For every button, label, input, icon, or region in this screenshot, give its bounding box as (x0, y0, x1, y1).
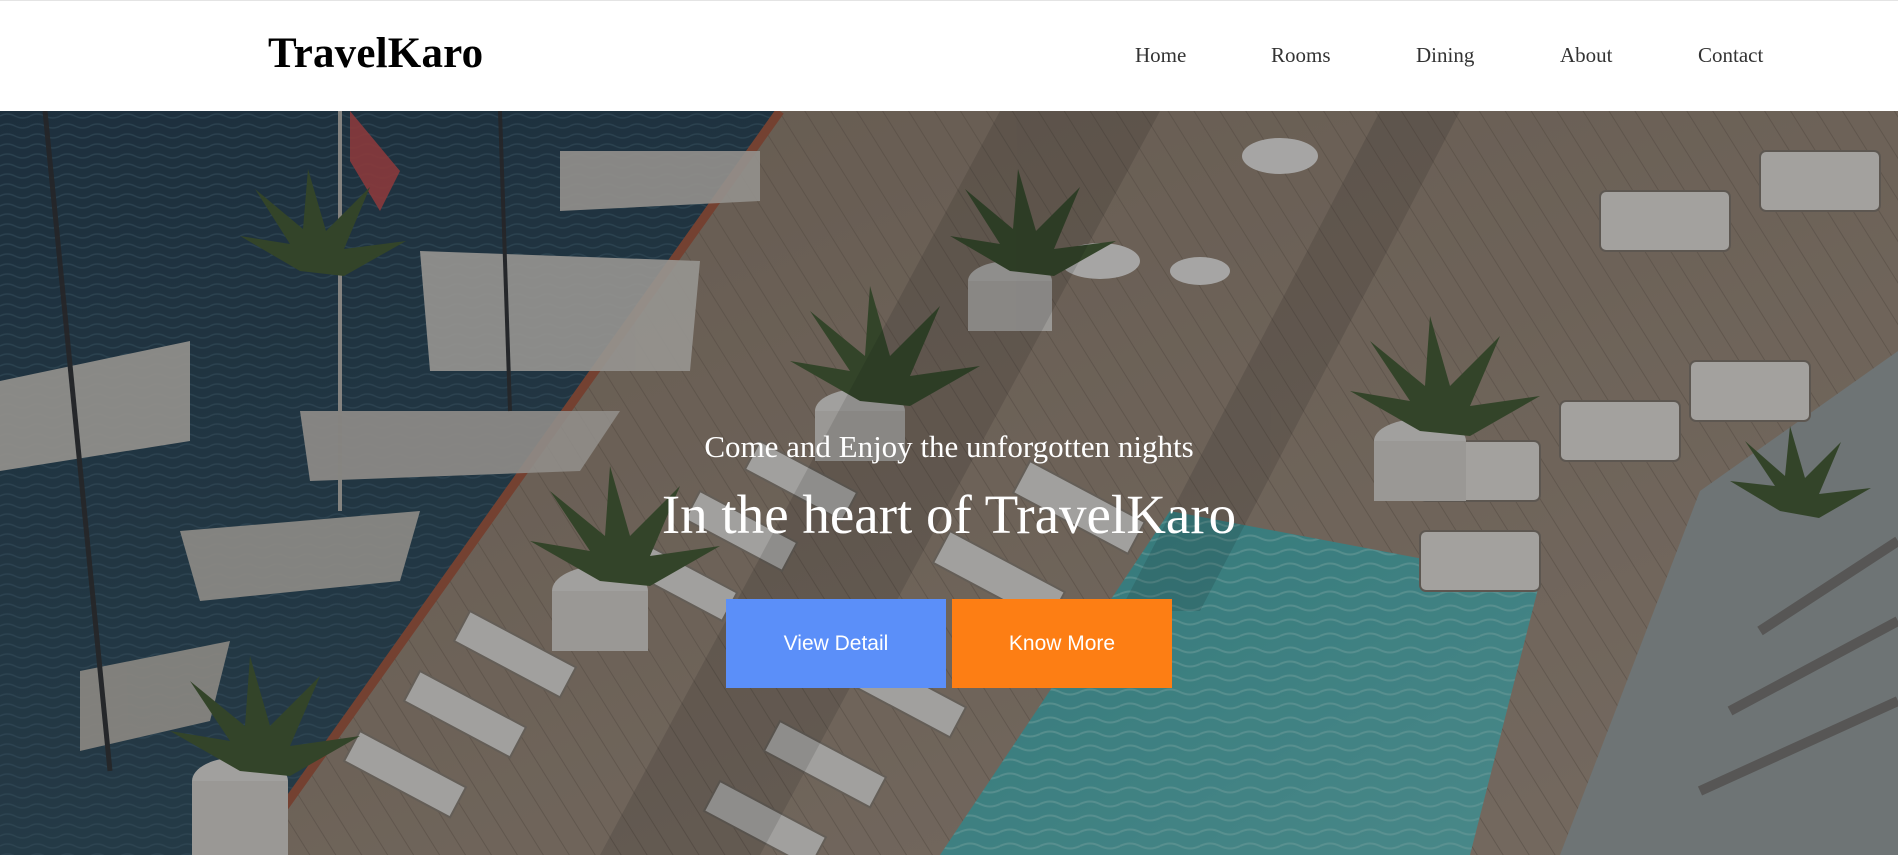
top-navbar: TravelKaro Home Rooms Dining About Conta… (0, 0, 1898, 111)
view-detail-button[interactable]: View Detail (726, 599, 946, 688)
main-nav: Home Rooms Dining About Contact (0, 43, 1898, 73)
nav-link-about[interactable]: About (1560, 43, 1613, 68)
nav-link-rooms[interactable]: Rooms (1271, 43, 1331, 68)
nav-link-dining[interactable]: Dining (1416, 43, 1474, 68)
nav-link-contact[interactable]: Contact (1698, 43, 1763, 68)
hero-headline: In the heart of TravelKaro (661, 484, 1237, 545)
hero-tagline: Come and Enjoy the unforgotten nights (704, 429, 1194, 464)
know-more-button[interactable]: Know More (952, 599, 1172, 688)
hero-section: Come and Enjoy the unforgotten nights In… (0, 111, 1898, 855)
nav-link-home[interactable]: Home (1135, 43, 1186, 68)
